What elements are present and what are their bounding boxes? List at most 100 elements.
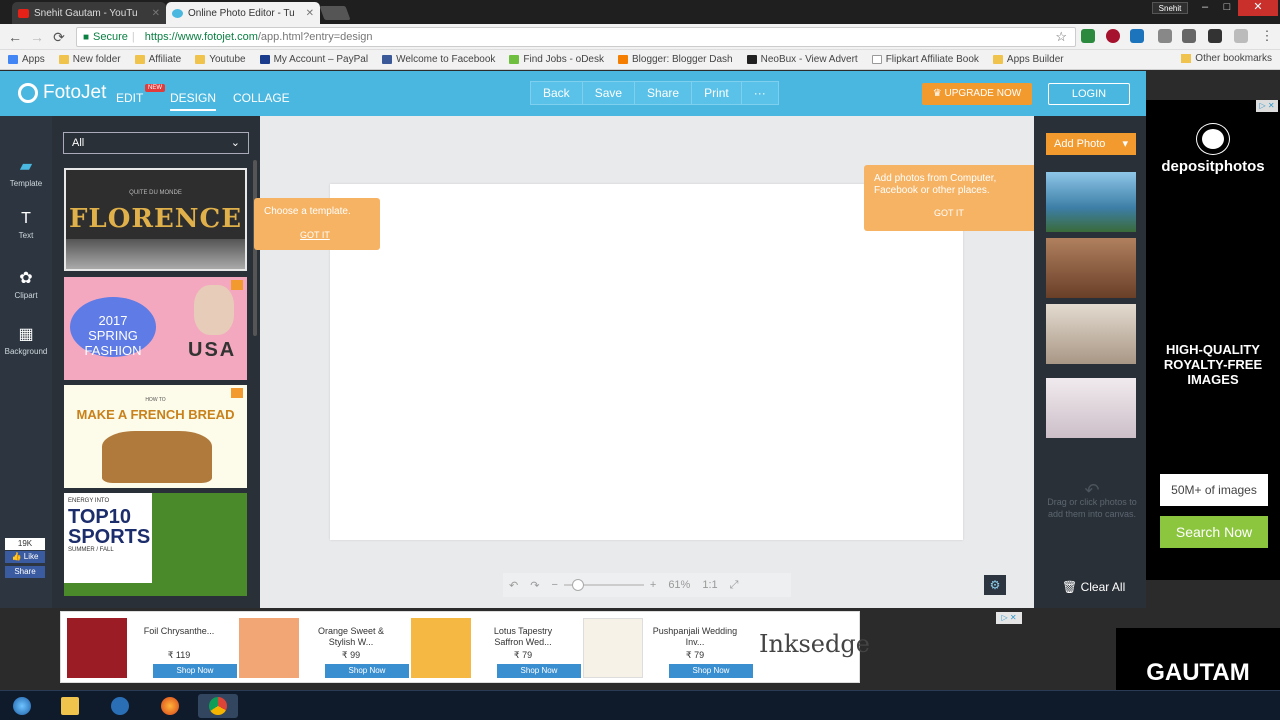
bookmark-neobux[interactable]: NeoBux - View Advert [746, 54, 858, 65]
extension-ib-icon[interactable] [1234, 29, 1248, 43]
address-bar[interactable]: ■ Secure | https://www.fotojet.com/app.h… [76, 27, 1076, 47]
taskbar-firefox[interactable] [150, 694, 190, 718]
photo-flowers[interactable] [1046, 378, 1136, 438]
template-icon: ▰ [19, 158, 33, 175]
template-subtitle: ENERGY INTO [68, 498, 110, 504]
inksedge-ad[interactable]: Foil Chrysanthe... ₹ 119 Shop Now Orange… [60, 611, 870, 683]
template-french-bread[interactable]: HOW TO MAKE A FRENCH BREAD [64, 385, 247, 488]
upgrade-button[interactable]: ♛ UPGRADE NOW [922, 83, 1032, 105]
profile-badge[interactable]: Snehit [1152, 2, 1188, 14]
rail-clipart[interactable]: ✿ Clipart [0, 268, 52, 300]
got-it-link[interactable]: GOT IT [934, 207, 1028, 219]
extension-gray-icon[interactable] [1158, 29, 1172, 43]
taskbar-explorer[interactable] [50, 694, 90, 718]
bookmark-new-folder[interactable]: New folder [58, 54, 121, 65]
taskbar-chrome[interactable] [198, 694, 238, 718]
clear-all-label: Clear All [1080, 580, 1126, 594]
depositphotos-ad[interactable]: depositphotos HIGH-QUALITY ROYALTY-FREE … [1146, 100, 1280, 580]
shop-now-button[interactable]: Shop Now [497, 664, 581, 678]
got-it-link[interactable]: GOT IT [300, 230, 370, 240]
bookmark-facebook[interactable]: Welcome to Facebook [382, 54, 495, 65]
shop-now-button[interactable]: Shop Now [669, 664, 753, 678]
rail-template[interactable]: ▰ Template [0, 156, 52, 188]
zoom-in-icon[interactable]: + [650, 579, 656, 591]
start-button[interactable] [2, 694, 42, 718]
undo-icon[interactable]: ↶ [509, 579, 518, 592]
bookmarks-bar: Apps New folder Affiliate Youtube My Acc… [0, 50, 1280, 70]
photo-woman[interactable] [1046, 238, 1136, 298]
window-close-button[interactable]: ✕ [1238, 0, 1278, 16]
bookmark-label: Welcome to Facebook [396, 54, 496, 65]
tab-fotojet[interactable]: Online Photo Editor - Tu ✕ [166, 2, 320, 24]
ad-product[interactable]: Foil Chrysanthe... ₹ 119 Shop Now [65, 616, 237, 678]
bookmark-blogger[interactable]: Blogger: Blogger Dash [617, 54, 733, 65]
tab-edit[interactable]: EDIT [116, 91, 143, 105]
tab-collage[interactable]: COLLAGE [233, 91, 290, 105]
template-florence[interactable]: QUITE DU MONDE FLORENCE [64, 168, 247, 271]
ad-choices-icon[interactable]: ▷ ✕ [1256, 100, 1278, 112]
forward-arrow-icon[interactable]: → [28, 28, 46, 46]
template-top10-sports[interactable]: ENERGY INTO TOP10 SPORTS SUMMER / FALL [64, 493, 247, 596]
gear-icon[interactable]: ⚙ [984, 575, 1006, 595]
ad-product[interactable]: Orange Sweet & Stylish W... ₹ 99 Shop No… [237, 616, 409, 678]
fit-screen-icon[interactable]: ⤢ [730, 579, 739, 592]
actual-size-icon[interactable]: 1:1 [702, 579, 717, 591]
extension-camera-icon[interactable] [1182, 29, 1196, 43]
bookmark-star-icon[interactable]: ☆ [1055, 29, 1067, 45]
login-button[interactable]: LOGIN [1048, 83, 1130, 105]
close-tab-icon[interactable]: ✕ [306, 8, 314, 19]
save-button[interactable]: Save [583, 82, 636, 104]
redo-icon[interactable]: ↷ [530, 579, 539, 592]
fotojet-logo[interactable]: FotoJet [18, 82, 106, 104]
product-price: ₹ 79 [685, 650, 705, 660]
menu-icon[interactable]: ⋮ [1260, 29, 1274, 43]
minimize-button[interactable]: – [1194, 0, 1216, 16]
facebook-share-button[interactable]: Share [5, 566, 45, 578]
design-canvas[interactable] [330, 184, 963, 540]
rail-background[interactable]: ▦ Background [0, 324, 52, 356]
zoom-out-icon[interactable]: − [551, 579, 557, 591]
new-tab-button[interactable] [319, 6, 351, 20]
divider: | [131, 31, 135, 43]
share-button[interactable]: Share [635, 82, 693, 104]
tab-design[interactable]: DESIGN [170, 91, 217, 111]
bookmark-affiliate[interactable]: Affiliate [134, 54, 181, 65]
print-button[interactable]: Print [692, 82, 742, 104]
zoom-slider[interactable] [563, 579, 644, 591]
extension-x-icon[interactable] [1081, 29, 1095, 43]
extension-mail-icon[interactable] [1208, 29, 1222, 43]
bookmark-paypal[interactable]: My Account – PayPal [259, 54, 368, 65]
bookmark-flipkart[interactable]: Flipkart Affiliate Book [871, 54, 979, 65]
tab-youtube[interactable]: Snehit Gautam - YouTu ✕ [12, 2, 166, 24]
product-name: Pushpanjali Wedding Inv... [652, 626, 738, 647]
ad-product[interactable]: Lotus Tapestry Saffron Wed... ₹ 79 Shop … [409, 616, 581, 678]
bookmark-apps-builder[interactable]: Apps Builder [992, 54, 1064, 65]
bookmark-apps[interactable]: Apps [8, 54, 45, 65]
template-spring-fashion[interactable]: 2017 SPRING FASHION USA [64, 277, 247, 380]
template-filter-select[interactable]: All ⌄ [63, 132, 249, 154]
extension-blue-icon[interactable] [1130, 29, 1144, 43]
bookmark-odesk[interactable]: Find Jobs - oDesk [509, 54, 604, 65]
search-now-button[interactable]: Search Now [1160, 516, 1268, 548]
photo-cat[interactable] [1046, 304, 1136, 364]
bookmark-youtube[interactable]: Youtube [195, 54, 246, 65]
clear-all-button[interactable]: 🗑 Clear All [1062, 580, 1125, 594]
photo-lighthouse[interactable] [1046, 172, 1136, 232]
shop-now-button[interactable]: Shop Now [153, 664, 237, 678]
back-arrow-icon[interactable]: ← [6, 28, 24, 46]
facebook-like-button[interactable]: 👍 Like [5, 551, 45, 563]
taskbar-media-player[interactable] [100, 694, 140, 718]
close-tab-icon[interactable]: ✕ [152, 8, 160, 19]
ad-product[interactable]: Pushpanjali Wedding Inv... ₹ 79 Shop Now [581, 616, 753, 678]
zoom-slider-knob[interactable] [571, 579, 584, 591]
ad-choices-icon[interactable]: ▷ ✕ [996, 612, 1022, 624]
reload-icon[interactable]: ⟳ [50, 28, 68, 46]
maximize-button[interactable]: □ [1216, 0, 1238, 16]
other-bookmarks[interactable]: Other bookmarks [1181, 53, 1272, 64]
extension-red-icon[interactable] [1106, 29, 1120, 43]
back-button[interactable]: Back [531, 82, 583, 104]
shop-now-button[interactable]: Shop Now [325, 664, 409, 678]
rail-text[interactable]: T Text [0, 210, 52, 240]
add-photo-button[interactable]: Add Photo ▾ [1046, 133, 1136, 155]
more-button[interactable]: ··· [742, 82, 778, 104]
